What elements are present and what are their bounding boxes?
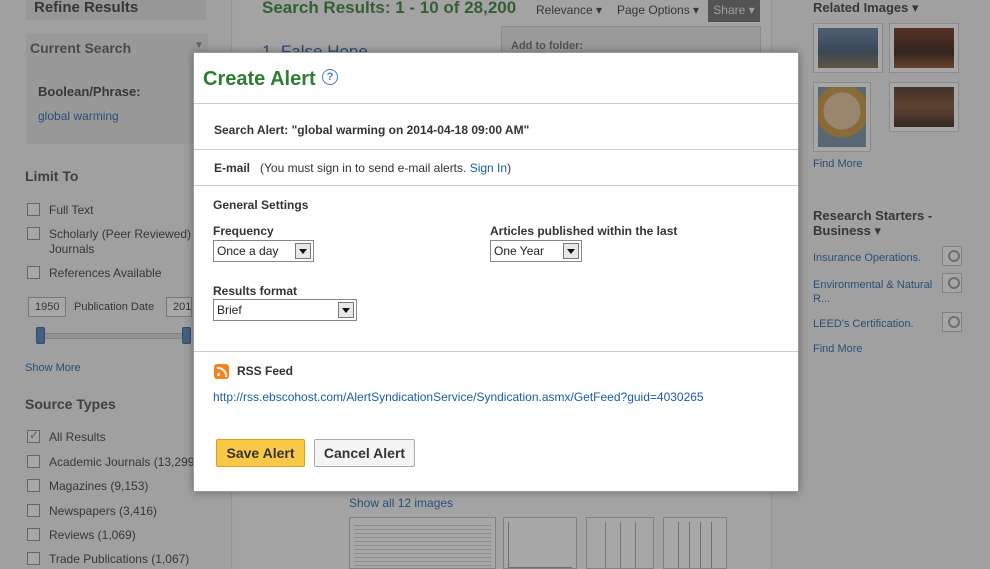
general-settings-heading: General Settings (213, 198, 309, 212)
email-label: E-mail (214, 161, 251, 175)
divider (194, 103, 798, 104)
frequency-value: Once a day (217, 244, 279, 258)
frequency-label: Frequency (213, 224, 274, 238)
rss-feed-heading: RSS Feed (237, 364, 294, 378)
sign-in-link[interactable]: Sign In (470, 161, 507, 175)
create-alert-dialog: Create Alert ? Search Alert: "global war… (193, 52, 799, 492)
save-alert-button[interactable]: Save Alert (216, 439, 305, 467)
dialog-title: Create Alert (203, 68, 316, 90)
articles-published-label: Articles published within the last (490, 224, 678, 238)
divider (194, 185, 798, 186)
help-icon[interactable]: ? (322, 69, 338, 85)
results-format-select[interactable]: Brief (213, 299, 357, 321)
divider (194, 149, 798, 150)
search-alert-text: Search Alert: "global warming on 2014-04… (214, 123, 530, 137)
articles-published-value: One Year (494, 244, 545, 258)
email-row: E-mail (You must sign in to send e-mail … (214, 161, 511, 175)
results-format-label: Results format (213, 284, 298, 298)
dropdown-arrow-icon[interactable] (338, 302, 354, 318)
frequency-select[interactable]: Once a day (213, 240, 314, 262)
cancel-alert-button[interactable]: Cancel Alert (314, 439, 415, 467)
articles-published-select[interactable]: One Year (490, 240, 582, 262)
email-note-close: ) (507, 161, 512, 175)
email-note: (You must sign in to send e-mail alerts. (260, 161, 467, 175)
dropdown-arrow-icon[interactable] (563, 243, 579, 259)
rss-icon (214, 364, 229, 379)
dropdown-arrow-icon[interactable] (295, 243, 311, 259)
rss-feed-link[interactable]: http://rss.ebscohost.com/AlertSyndicatio… (213, 390, 704, 404)
results-format-value: Brief (217, 303, 242, 317)
divider (194, 351, 798, 352)
